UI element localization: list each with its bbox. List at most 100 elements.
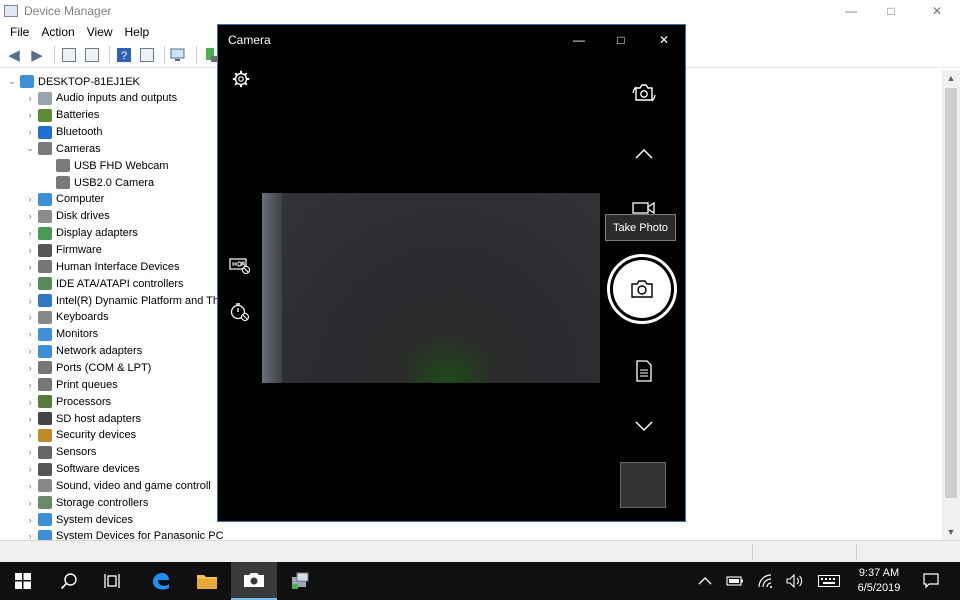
network-button[interactable] [754, 562, 778, 600]
camera-minimize-button[interactable]: — [557, 25, 601, 55]
tree-category-item[interactable]: › Network adapters [24, 343, 142, 360]
tree-category-item[interactable]: › Print queues [24, 376, 118, 393]
tree-category-item[interactable]: › Disk drives [24, 208, 110, 225]
tree-category-item[interactable]: › Firmware [24, 242, 102, 259]
expand-chevron-icon[interactable]: › [24, 346, 36, 356]
collapse-chevron-icon[interactable]: ⌄ [6, 76, 18, 87]
tree-category-item[interactable]: › Software devices [24, 461, 140, 478]
scroll-up-arrow-icon[interactable]: ▲ [942, 70, 960, 86]
tree-category-item[interactable]: › Computer [24, 191, 104, 208]
help-button[interactable]: ? [114, 45, 134, 65]
expand-chevron-icon[interactable]: › [24, 194, 36, 204]
chevron-down-icon [635, 421, 653, 432]
camera-close-button[interactable]: ✕ [642, 25, 686, 55]
menu-help[interactable]: Help [119, 25, 156, 39]
expand-chevron-icon[interactable]: › [24, 127, 36, 137]
scroll-down-button[interactable] [628, 413, 660, 439]
edge-browser-button[interactable] [138, 562, 184, 600]
expand-chevron-icon[interactable]: › [24, 329, 36, 339]
expand-chevron-icon[interactable]: › [24, 464, 36, 474]
scrollbar-thumb[interactable] [945, 88, 957, 498]
tree-category-item[interactable]: › Sound, video and game controll [24, 477, 211, 494]
tree-category-item[interactable]: › Security devices [24, 427, 136, 444]
tree-category-item[interactable]: › IDE ATA/ATAPI controllers [24, 275, 184, 292]
scan-hardware-button[interactable] [169, 45, 189, 65]
expand-chevron-icon[interactable]: › [24, 380, 36, 390]
tree-device-item[interactable]: USB FHD Webcam [42, 157, 169, 174]
expand-chevron-icon[interactable]: › [24, 397, 36, 407]
tree-category-item[interactable]: › Monitors [24, 326, 98, 343]
tree-device-item[interactable]: USB2.0 Camera [42, 174, 154, 191]
expand-chevron-icon[interactable]: › [24, 211, 36, 221]
expand-chevron-icon[interactable]: › [24, 296, 36, 306]
expand-chevron-icon[interactable]: › [24, 498, 36, 508]
vertical-scrollbar[interactable]: ▲ ▼ [942, 70, 960, 540]
properties-button[interactable] [82, 45, 102, 65]
menu-action[interactable]: Action [35, 25, 80, 39]
expand-chevron-icon[interactable]: › [24, 363, 36, 373]
expand-chevron-icon[interactable]: › [24, 531, 36, 540]
show-hidden-icons-button[interactable] [694, 562, 716, 600]
clock[interactable]: 9:37 AM 6/5/2019 [848, 566, 910, 596]
tree-category-item[interactable]: ⌄ Cameras [24, 140, 101, 157]
tree-root[interactable]: ⌄ DESKTOP-81EJ1EK [6, 73, 140, 90]
expand-chevron-icon[interactable]: › [24, 245, 36, 255]
tree-category-item[interactable]: › Display adapters [24, 225, 138, 242]
camera-maximize-button[interactable]: □ [599, 25, 643, 55]
tree-category-item[interactable]: › Human Interface Devices [24, 258, 180, 275]
tree-category-item[interactable]: › Processors [24, 393, 111, 410]
action-center-button[interactable] [916, 562, 946, 600]
menu-view[interactable]: View [81, 25, 119, 39]
expand-chevron-icon[interactable]: › [24, 414, 36, 424]
expand-chevron-icon[interactable]: › [24, 447, 36, 457]
expand-chevron-icon[interactable]: › [24, 262, 36, 272]
close-button[interactable]: ✕ [914, 0, 960, 22]
menu-file[interactable]: File [4, 25, 35, 39]
tree-item-label: Firmware [56, 244, 102, 256]
maximize-button[interactable]: □ [868, 0, 914, 22]
tree-category-item[interactable]: › Bluetooth [24, 124, 102, 141]
expand-chevron-icon[interactable]: › [24, 312, 36, 322]
scroll-down-arrow-icon[interactable]: ▼ [942, 524, 960, 540]
tree-category-item[interactable]: › Storage controllers [24, 494, 148, 511]
search-button[interactable] [46, 562, 92, 600]
expand-chevron-icon[interactable]: › [24, 481, 36, 491]
touch-keyboard-button[interactable] [814, 562, 844, 600]
photo-timer-button[interactable] [228, 301, 252, 323]
battery-button[interactable] [722, 562, 748, 600]
file-explorer-button[interactable] [184, 562, 230, 600]
tree-category-item[interactable]: › Audio inputs and outputs [24, 90, 177, 107]
last-photo-thumbnail[interactable] [620, 462, 666, 508]
start-button[interactable] [0, 562, 46, 600]
scroll-up-button[interactable] [628, 141, 660, 167]
tree-category-item[interactable]: › Ports (COM & LPT) [24, 359, 151, 376]
back-button[interactable]: ◀ [4, 45, 24, 65]
device-manager-app-button[interactable] [277, 562, 323, 600]
expand-chevron-icon[interactable]: › [24, 430, 36, 440]
forward-button[interactable]: ▶ [27, 45, 47, 65]
take-photo-button[interactable] [607, 254, 677, 324]
expand-chevron-icon[interactable]: › [24, 93, 36, 103]
tree-category-item[interactable]: › SD host adapters [24, 410, 141, 427]
camera-app-button[interactable] [231, 562, 277, 600]
expand-chevron-icon[interactable]: › [24, 228, 36, 238]
document-mode-button[interactable] [628, 357, 660, 385]
volume-button[interactable] [782, 562, 808, 600]
tree-category-item[interactable]: › System Devices for Panasonic PC [24, 528, 224, 540]
action-pane-button[interactable] [137, 45, 157, 65]
expand-chevron-icon[interactable]: › [24, 515, 36, 525]
change-camera-button[interactable] [628, 79, 660, 107]
collapse-chevron-icon[interactable]: ⌄ [24, 143, 36, 154]
expand-chevron-icon[interactable]: › [24, 110, 36, 120]
tree-category-item[interactable]: › Batteries [24, 107, 99, 124]
task-view-button[interactable] [90, 562, 136, 600]
show-hide-console-tree-button[interactable] [59, 45, 79, 65]
tree-category-item[interactable]: › Keyboards [24, 309, 109, 326]
toolbar-separator [196, 45, 197, 64]
camera-settings-button[interactable] [230, 68, 252, 90]
tree-category-item[interactable]: › System devices [24, 511, 133, 528]
expand-chevron-icon[interactable]: › [24, 279, 36, 289]
hdr-toggle-button[interactable] [228, 255, 252, 277]
tree-category-item[interactable]: › Sensors [24, 444, 96, 461]
tree-category-item[interactable]: › Intel(R) Dynamic Platform and Th [24, 292, 219, 309]
